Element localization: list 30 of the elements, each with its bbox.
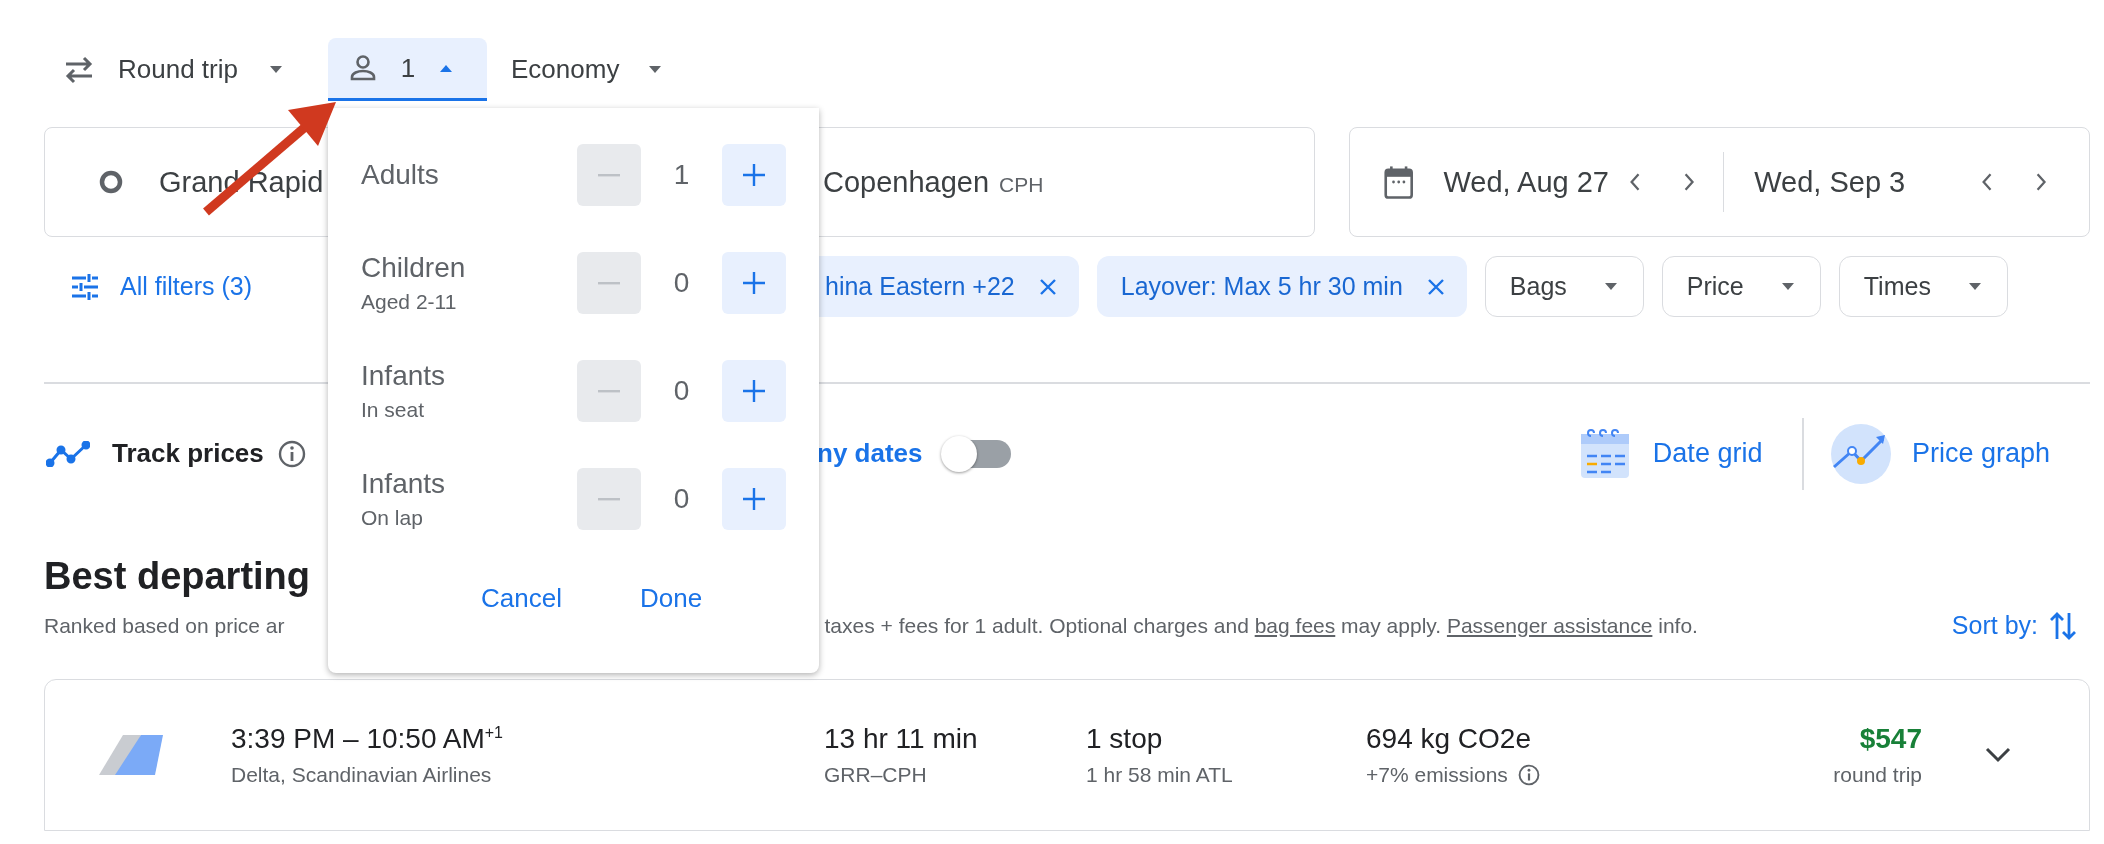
- passenger-type: Infants: [361, 468, 447, 500]
- passenger-age: On lap: [361, 506, 424, 530]
- passenger-count: 0: [672, 267, 691, 299]
- flight-duration: 13 hr 11 min: [824, 722, 979, 755]
- passenger-age: In seat: [361, 398, 426, 422]
- airline-names: Delta, Scandinavian Airlines: [231, 762, 493, 787]
- passenger-count: 0: [672, 483, 691, 515]
- route-codes: GRR–CPH: [824, 762, 928, 787]
- emissions-change: +7% emissions: [1366, 762, 1508, 787]
- track-prices-label: Track prices: [112, 438, 264, 469]
- passenger-age: Aged 2-11: [361, 290, 458, 314]
- ranking-note: Ranked based on price ar: [44, 613, 285, 638]
- stop-count: 1 stop: [1086, 722, 1164, 755]
- price-note: round trip: [1833, 762, 1922, 787]
- passenger-type: Infants: [361, 360, 447, 392]
- emissions-value: 694 kg CO2e: [1366, 722, 1532, 755]
- flight-times: 3:39 PM – 10:50 AM$^{+1}$: [231, 722, 504, 755]
- return-date: Wed, Sep 3: [1754, 165, 1907, 199]
- passenger-count: 0: [672, 375, 691, 407]
- layover-info: 1 hr 58 min ATL: [1086, 762, 1234, 787]
- passenger-type: Children: [361, 252, 467, 284]
- any-dates-label: ny dates: [817, 438, 923, 469]
- airport-code: CPH: [999, 172, 1044, 197]
- section-heading: Best departing: [44, 553, 311, 598]
- passenger-count: 1: [672, 159, 691, 191]
- price: $547: [1859, 722, 1922, 755]
- passenger-type: Adults: [361, 159, 440, 191]
- destination-text: Copenhagen: [823, 165, 990, 199]
- fees-note: taxes + fees for 1 adult. Optional charges and bag fees may apply. Passenger assistance info.: [824, 613, 1698, 638]
- depart-date: Wed, Aug 27: [1443, 165, 1610, 199]
